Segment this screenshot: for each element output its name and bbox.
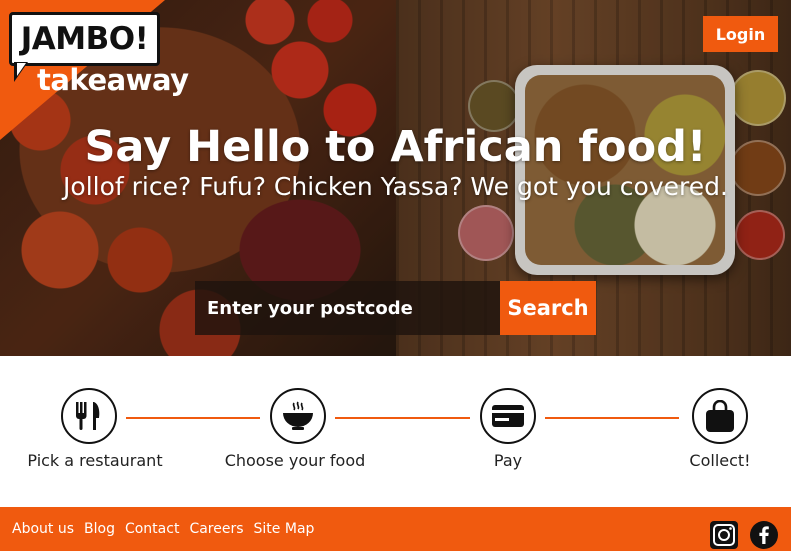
step-circle-restaurant [61, 388, 117, 444]
step-connector [545, 417, 679, 419]
hero-headline: Say Hello to African food! [84, 122, 707, 172]
step-connector [335, 417, 470, 419]
step-label-collect: Collect! [689, 451, 751, 470]
card-icon [492, 405, 524, 427]
logo[interactable]: JAMBO! [9, 12, 160, 66]
logo-word: JAMBO! [20, 21, 149, 57]
footer-link-sitemap[interactable]: Site Map [254, 521, 315, 537]
footer-link-careers[interactable]: Careers [189, 521, 243, 537]
postcode-input[interactable]: Enter your postcode [195, 281, 500, 335]
step-label-restaurant: Pick a restaurant [27, 451, 163, 470]
footer-link-contact[interactable]: Contact [125, 521, 179, 537]
footer: About us Blog Contact Careers Site Map [0, 507, 791, 551]
step-label-food: Choose your food [224, 451, 366, 470]
step-connector [126, 417, 260, 419]
footer-links: About us Blog Contact Careers Site Map [12, 507, 314, 551]
step-label-pay: Pay [493, 451, 523, 470]
facebook-icon[interactable] [750, 521, 778, 549]
bowl-icon [283, 401, 313, 430]
instagram-icon[interactable] [710, 521, 738, 549]
step-circle-food [270, 388, 326, 444]
footer-link-about[interactable]: About us [12, 521, 74, 537]
step-circle-pay [480, 388, 536, 444]
search-button[interactable]: Search [500, 281, 596, 335]
footer-link-blog[interactable]: Blog [84, 521, 115, 537]
step-circle-collect [692, 388, 748, 444]
logo-subtitle: takeaway [37, 63, 189, 97]
how-it-works: Pick a restaurant Choose your food Pay C… [0, 356, 791, 507]
bag-icon [706, 400, 734, 432]
cutlery-icon [76, 402, 100, 430]
hero-subhead: Jollof rice? Fufu? Chicken Yassa? We got… [63, 172, 728, 201]
login-button[interactable]: Login [703, 16, 778, 52]
